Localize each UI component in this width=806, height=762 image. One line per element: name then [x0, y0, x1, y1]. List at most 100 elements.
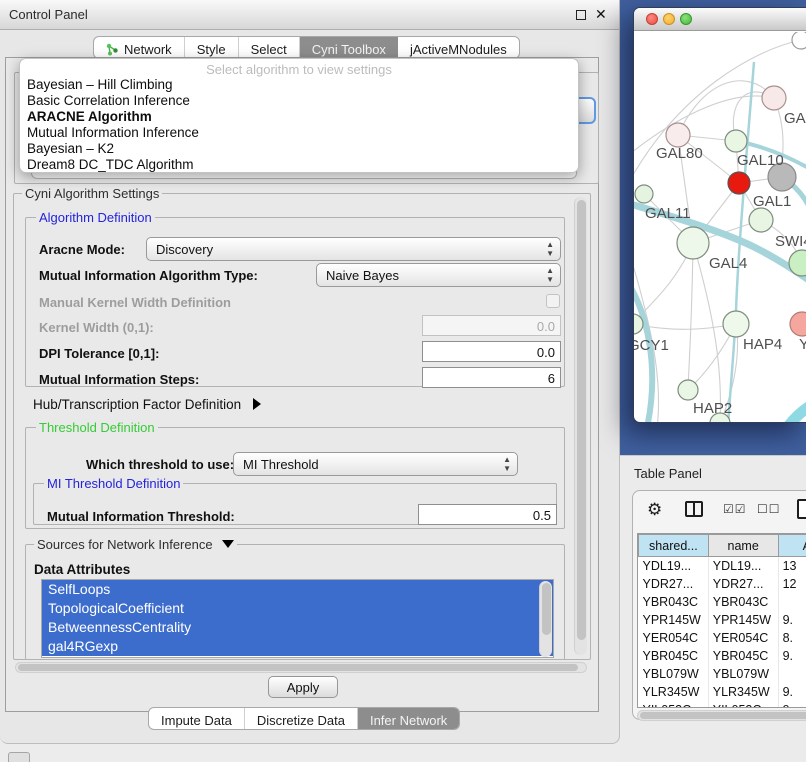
- hub-definition-expander[interactable]: Hub/Transcription Factor Definition: [33, 397, 261, 412]
- network-window-titlebar: [634, 8, 806, 31]
- control-panel-titlebar: Control Panel ✕: [0, 0, 619, 30]
- manual-kernel-checkbox[interactable]: [546, 294, 560, 308]
- list-item[interactable]: TopologicalCoefficient: [42, 599, 553, 618]
- settings-vertical-scrollbar[interactable]: [574, 197, 587, 655]
- list-item[interactable]: gal4RGexp: [42, 637, 553, 656]
- close-icon[interactable]: ✕: [595, 6, 607, 23]
- screenshot-stage: Control Panel ✕ Network Style Select Cyn…: [0, 0, 806, 762]
- deselect-all-columns-icon[interactable]: ☐☐: [757, 502, 781, 516]
- select-all-columns-icon[interactable]: ☑☑: [723, 502, 747, 516]
- table-row[interactable]: YDL19...YDL19...13: [639, 557, 806, 575]
- table-row[interactable]: YBR043CYBR043C: [639, 593, 806, 611]
- algorithm-dropdown-list: Select algorithm to view settings Bayesi…: [19, 58, 579, 173]
- gear-icon[interactable]: ⚙: [647, 500, 662, 520]
- settings-horizontal-scrollbar[interactable]: [15, 662, 587, 673]
- cyni-toolbox-panel: gal-filtered sif default node ▲▼ Select …: [5, 57, 599, 712]
- tab-impute-data[interactable]: Impute Data: [149, 708, 245, 729]
- tab-jactivemnodules[interactable]: jActiveMNodules: [398, 37, 519, 58]
- which-threshold-combo[interactable]: MI Threshold ▲▼: [233, 452, 518, 476]
- dropdown-item[interactable]: Bayesian – K2: [20, 141, 578, 157]
- aracne-mode-label: Aracne Mode:: [39, 242, 125, 257]
- dropdown-item-selected[interactable]: ARACNE Algorithm: [20, 109, 578, 125]
- column-header[interactable]: shared...: [639, 535, 709, 557]
- table-row[interactable]: YBL079WYBL079W: [639, 665, 806, 683]
- tab-discretize-data[interactable]: Discretize Data: [245, 708, 358, 729]
- mi-steps-field[interactable]: 6: [422, 367, 561, 388]
- dropdown-item[interactable]: Dream8 DC_TDC Algorithm: [20, 157, 578, 173]
- expander-arrow-icon: [253, 398, 261, 410]
- dpi-tolerance-field[interactable]: 0.0: [422, 341, 561, 362]
- node-label: GAL80: [656, 145, 703, 162]
- network-icon: [106, 43, 119, 56]
- table-toolbar: ⚙ ☑☑ ☐☐: [633, 497, 806, 527]
- kernel-width-field[interactable]: 0.0: [422, 315, 561, 336]
- tab-style[interactable]: Style: [185, 37, 239, 58]
- table-row[interactable]: YPR145WYPR145W9.: [639, 611, 806, 629]
- node-label: GAL1: [753, 193, 791, 210]
- table-panel: ⚙ ☑☑ ☐☐ shared... name A: [632, 490, 806, 720]
- network-desktop: GAL GAL80 GAL10 GAL1 GAL11 GAL4 SWI4 GCY…: [620, 0, 806, 455]
- node-label: GAL11: [645, 205, 691, 222]
- column-header[interactable]: A: [778, 535, 806, 557]
- data-attributes-label: Data Attributes: [34, 562, 130, 577]
- kernel-width-label: Kernel Width (0,1):: [39, 320, 154, 335]
- columns-icon[interactable]: [685, 501, 703, 517]
- new-table-icon[interactable]: [797, 499, 806, 519]
- dropdown-item[interactable]: Bayesian – Hill Climbing: [20, 77, 578, 93]
- list-item[interactable]: BetweennessCentrality: [42, 618, 553, 637]
- network-nodes[interactable]: [634, 32, 806, 423]
- tab-network[interactable]: Network: [94, 37, 185, 58]
- mi-type-label: Mutual Information Algorithm Type:: [39, 268, 258, 283]
- table-horizontal-scrollbar[interactable]: [637, 710, 806, 721]
- dropdown-item[interactable]: Basic Correlation Inference: [20, 93, 578, 109]
- list-vertical-scrollbar[interactable]: [539, 581, 552, 657]
- combo-stepper-icon: ▲▼: [503, 455, 511, 473]
- cyni-bottom-tabs: Impute Data Discretize Data Infer Networ…: [148, 707, 460, 730]
- table-panel-region: Table Panel ⚙ ☑☑ ☐☐ shared... name A: [620, 455, 806, 762]
- node-label: GAL10: [737, 152, 784, 169]
- tab-select[interactable]: Select: [239, 37, 300, 58]
- combo-stepper-icon: ▲▼: [546, 266, 554, 284]
- node-label: GAL: [784, 110, 806, 127]
- mi-threshold-title: MI Threshold Definition: [44, 476, 183, 491]
- algorithm-definition-title: Algorithm Definition: [36, 210, 155, 225]
- table-row[interactable]: YER054CYER054C8.: [639, 629, 806, 647]
- float-window-icon[interactable]: [576, 10, 586, 20]
- table-row[interactable]: YIL052CYIL052C9: [639, 701, 806, 709]
- table-row[interactable]: YBR045CYBR045C9.: [639, 647, 806, 665]
- apply-button[interactable]: Apply: [268, 676, 338, 698]
- threshold-definition-title: Threshold Definition: [36, 420, 158, 435]
- mi-type-combo[interactable]: Naive Bayes ▲▼: [316, 263, 561, 287]
- manual-kernel-label: Manual Kernel Width Definition: [39, 295, 231, 310]
- column-header[interactable]: name: [708, 535, 778, 557]
- table-row[interactable]: YLR345WYLR345W9.: [639, 683, 806, 701]
- list-item[interactable]: SelfLoops: [42, 580, 553, 599]
- data-attributes-list[interactable]: SelfLoops TopologicalCoefficient Between…: [41, 579, 554, 658]
- control-panel-title: Control Panel: [9, 7, 88, 22]
- control-panel-tabs: Network Style Select Cyni Toolbox jActiv…: [93, 36, 520, 59]
- node-table[interactable]: shared... name A YDL19...YDL19...13 YDR2…: [637, 533, 806, 708]
- which-threshold-label: Which threshold to use:: [86, 457, 234, 472]
- dpi-tolerance-label: DPI Tolerance [0,1]:: [39, 346, 159, 361]
- zoom-traffic-light-icon[interactable]: [680, 13, 692, 25]
- tab-infer-network[interactable]: Infer Network: [358, 708, 459, 729]
- node-label: HAP2: [693, 400, 732, 417]
- settings-group-title: Cyni Algorithm Settings: [22, 186, 162, 201]
- aracne-mode-combo[interactable]: Discovery ▲▼: [146, 237, 561, 261]
- table-panel-title: Table Panel: [634, 466, 702, 481]
- dropdown-prompt: Select algorithm to view settings: [20, 59, 578, 77]
- node-label: SWI4: [775, 233, 806, 250]
- mi-threshold-field[interactable]: 0.5: [418, 504, 557, 525]
- combo-stepper-icon: ▲▼: [546, 240, 554, 258]
- minimize-traffic-light-icon[interactable]: [663, 13, 675, 25]
- sources-expander[interactable]: Sources for Network Inference: [34, 537, 237, 552]
- tab-cyni-toolbox[interactable]: Cyni Toolbox: [300, 37, 398, 58]
- network-view-window: GAL GAL80 GAL10 GAL1 GAL11 GAL4 SWI4 GCY…: [633, 7, 806, 423]
- dropdown-item[interactable]: Mutual Information Inference: [20, 125, 578, 141]
- collapsed-panel-button[interactable]: [8, 752, 30, 762]
- close-traffic-light-icon[interactable]: [646, 13, 658, 25]
- network-canvas[interactable]: GAL GAL80 GAL10 GAL1 GAL11 GAL4 SWI4 GCY…: [634, 32, 806, 423]
- control-panel-window: Control Panel ✕ Network Style Select Cyn…: [0, 0, 620, 744]
- table-row[interactable]: YDR27...YDR27...12: [639, 575, 806, 593]
- node-label: Y: [799, 336, 806, 353]
